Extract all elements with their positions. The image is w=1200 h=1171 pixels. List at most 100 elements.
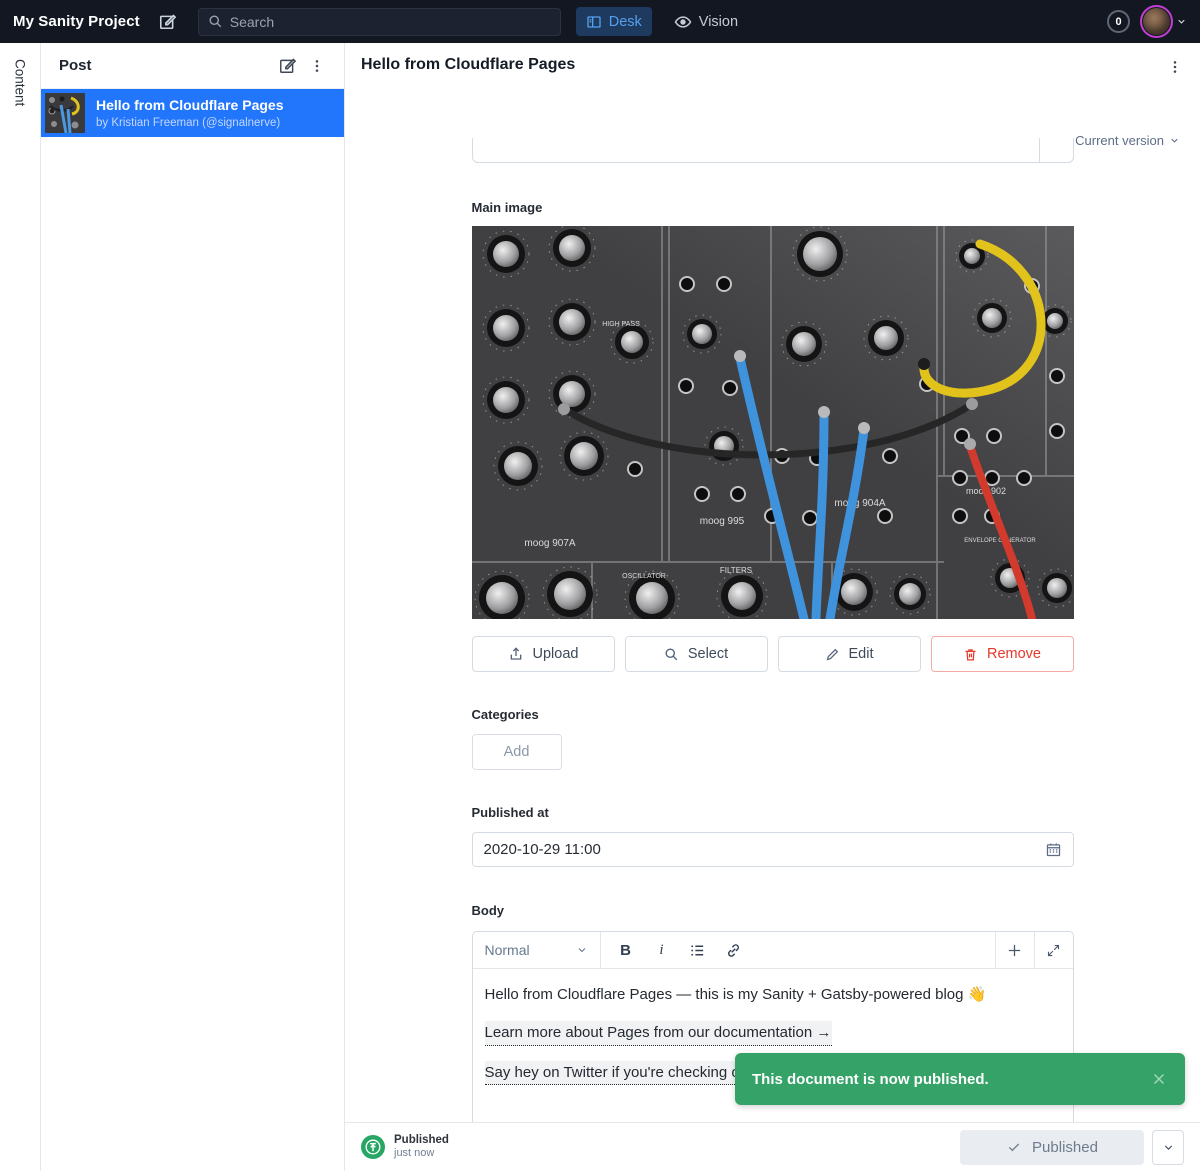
compose-icon bbox=[158, 12, 177, 31]
version-label: Current version bbox=[1075, 133, 1164, 148]
bullet-list-icon bbox=[689, 942, 706, 959]
publish-menu-button[interactable] bbox=[1152, 1130, 1184, 1165]
search-input[interactable] bbox=[230, 14, 551, 30]
block-style-select[interactable]: Normal bbox=[473, 932, 601, 968]
list-item-title: Hello from Cloudflare Pages bbox=[96, 97, 283, 115]
document-menu-button[interactable] bbox=[1160, 52, 1190, 82]
chevron-down-icon bbox=[1162, 1141, 1175, 1154]
publish-status-time: just now bbox=[394, 1147, 449, 1160]
document-editor-pane: Hello from Cloudflare Pages Current vers… bbox=[345, 43, 1200, 1171]
presence-count-badge[interactable]: 0 bbox=[1107, 10, 1130, 33]
post-thumbnail bbox=[45, 93, 85, 133]
select-label: Select bbox=[688, 646, 728, 662]
chevron-down-icon bbox=[1176, 16, 1187, 27]
publish-button-label: Published bbox=[1032, 1139, 1098, 1156]
avatar bbox=[1140, 5, 1173, 38]
search-icon bbox=[208, 14, 223, 29]
main-image-label: Main image bbox=[472, 200, 1074, 215]
svg-text:OSCILLATOR: OSCILLATOR bbox=[622, 573, 666, 580]
svg-text:moog 995: moog 995 bbox=[699, 516, 744, 527]
svg-text:moog 907A: moog 907A bbox=[524, 538, 575, 549]
check-icon bbox=[1006, 1139, 1022, 1155]
body-link[interactable]: Learn more about Pages from our document… bbox=[485, 1021, 833, 1046]
document-title: Hello from Cloudflare Pages bbox=[361, 56, 575, 74]
search-icon bbox=[664, 647, 679, 662]
bold-button[interactable]: B bbox=[609, 935, 643, 965]
global-search bbox=[198, 8, 561, 36]
toast-close-button[interactable] bbox=[1150, 1070, 1168, 1088]
chevron-down-icon bbox=[1169, 135, 1180, 146]
compose-icon bbox=[278, 56, 297, 75]
top-navbar: My Sanity Project Desk bbox=[0, 0, 1200, 43]
image-actions: Upload Select bbox=[472, 636, 1074, 672]
version-selector[interactable]: Current version bbox=[1075, 133, 1180, 148]
list-item-subtitle: by Kristian Freeman (@signalnerve) bbox=[96, 117, 283, 129]
body-label: Body bbox=[472, 903, 1074, 918]
tab-desk[interactable]: Desk bbox=[576, 7, 652, 36]
pane-title: Post bbox=[59, 57, 272, 74]
fullscreen-button[interactable] bbox=[1034, 932, 1073, 968]
edit-button[interactable]: Edit bbox=[778, 636, 921, 672]
published-at-field bbox=[472, 832, 1074, 867]
plus-icon bbox=[1006, 942, 1023, 959]
pane-header: Post bbox=[41, 43, 344, 89]
main-image-preview: HIGH PASS moog 907A moog 995 moog 904A m… bbox=[472, 226, 1074, 619]
close-icon bbox=[1150, 1070, 1168, 1088]
compose-button[interactable] bbox=[154, 8, 182, 36]
link-button[interactable] bbox=[717, 935, 751, 965]
tab-vision[interactable]: Vision bbox=[664, 7, 748, 36]
expand-icon bbox=[1046, 943, 1061, 958]
document-list-pane: Post bbox=[41, 43, 345, 1171]
add-category-button[interactable]: Add bbox=[472, 734, 562, 770]
insert-block-button[interactable] bbox=[995, 932, 1034, 968]
publish-status: Published just now bbox=[361, 1134, 449, 1161]
published-status-icon bbox=[361, 1135, 385, 1159]
select-button[interactable]: Select bbox=[625, 636, 768, 672]
document-form-scroll: Main image bbox=[345, 128, 1200, 1122]
published-at-input[interactable] bbox=[484, 841, 1045, 858]
kebab-menu-icon bbox=[309, 58, 325, 74]
svg-text:HIGH PASS: HIGH PASS bbox=[602, 321, 640, 328]
eye-icon bbox=[674, 13, 692, 31]
calendar-icon bbox=[1045, 841, 1062, 858]
pencil-icon bbox=[825, 647, 840, 662]
tool-sidebar: Content bbox=[0, 43, 41, 1171]
edit-label: Edit bbox=[849, 646, 874, 662]
categories-label: Categories bbox=[472, 707, 1074, 722]
publish-button[interactable]: Published bbox=[960, 1130, 1144, 1165]
calendar-button[interactable] bbox=[1045, 841, 1062, 858]
desk-tab-label: Desk bbox=[609, 14, 642, 30]
published-at-label: Published at bbox=[472, 805, 1074, 820]
project-title: My Sanity Project bbox=[13, 13, 140, 30]
chevron-down-icon bbox=[576, 944, 588, 956]
italic-button[interactable]: i bbox=[645, 935, 679, 965]
editor-toolbar: Normal B i bbox=[473, 932, 1073, 969]
kebab-menu-icon bbox=[1167, 59, 1183, 75]
presence-count: 0 bbox=[1115, 16, 1121, 28]
sidebar-item-content[interactable]: Content bbox=[13, 59, 28, 1171]
new-document-button[interactable] bbox=[272, 51, 302, 81]
vision-tab-label: Vision bbox=[699, 14, 738, 30]
slug-field-partial[interactable] bbox=[472, 138, 1074, 163]
document-header: Hello from Cloudflare Pages bbox=[345, 43, 1200, 87]
block-style-value: Normal bbox=[485, 942, 530, 958]
document-footer: Published just now Published bbox=[345, 1122, 1200, 1171]
remove-label: Remove bbox=[987, 646, 1041, 662]
publish-toast: This document is now published. bbox=[735, 1053, 1185, 1105]
slug-field-divider bbox=[1039, 138, 1040, 162]
list-item-post[interactable]: Hello from Cloudflare Pages by Kristian … bbox=[41, 89, 344, 137]
app-body: Content Post bbox=[0, 43, 1200, 1171]
body-paragraph: Hello from Cloudflare Pages — this is my… bbox=[485, 984, 1061, 1006]
upload-button[interactable]: Upload bbox=[472, 636, 615, 672]
publish-status-title: Published bbox=[394, 1134, 449, 1148]
svg-text:moog 904A: moog 904A bbox=[834, 498, 885, 509]
svg-text:ENVELOPE GENERATOR: ENVELOPE GENERATOR bbox=[964, 538, 1036, 544]
svg-text:FILTERS: FILTERS bbox=[719, 566, 751, 575]
upload-icon bbox=[508, 646, 524, 662]
bullet-list-button[interactable] bbox=[681, 935, 715, 965]
user-menu-button[interactable] bbox=[1140, 5, 1187, 38]
desk-icon bbox=[586, 14, 602, 30]
pane-menu-button[interactable] bbox=[302, 51, 332, 81]
toast-message: This document is now published. bbox=[752, 1071, 1150, 1088]
remove-button[interactable]: Remove bbox=[931, 636, 1074, 672]
